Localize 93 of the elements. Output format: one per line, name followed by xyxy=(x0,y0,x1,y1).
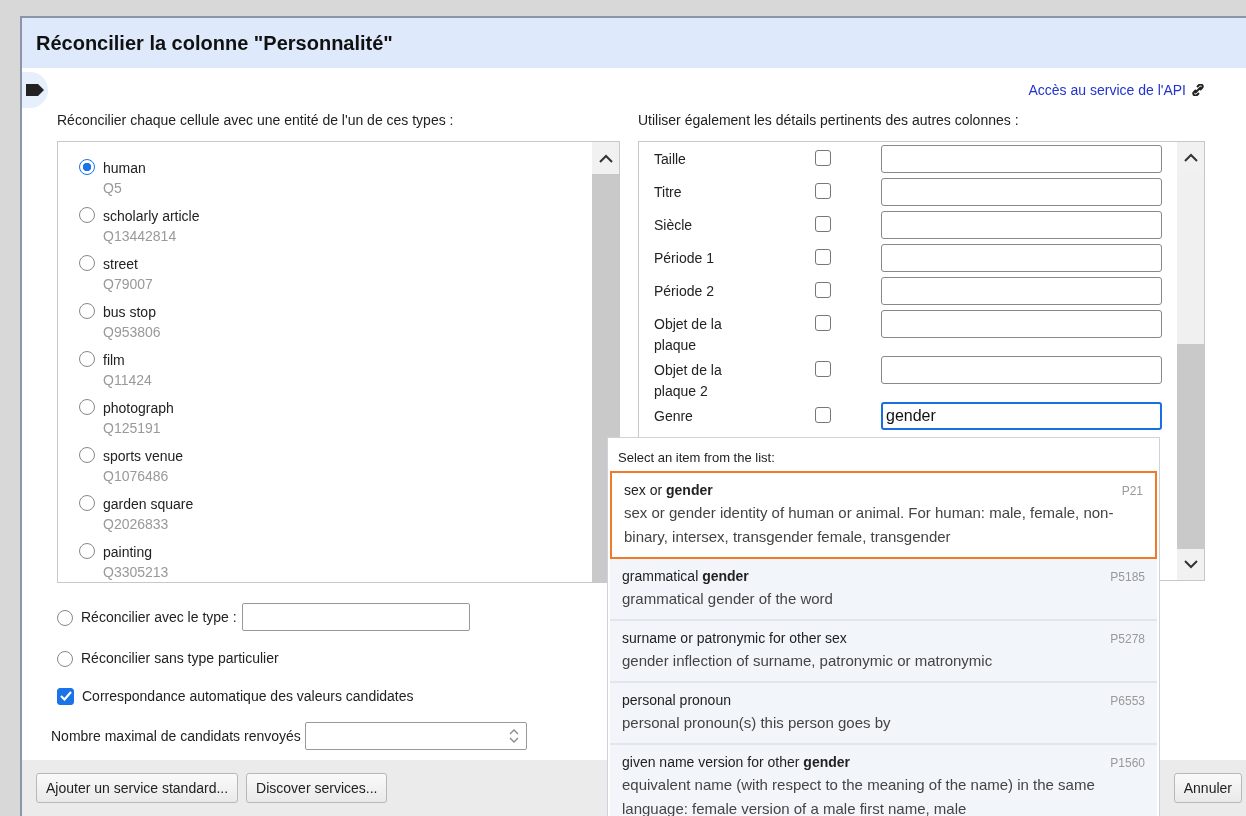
footer-button[interactable]: Discover services... xyxy=(246,773,388,803)
type-id: Q953806 xyxy=(103,323,161,342)
column-name: Siècle xyxy=(654,216,694,235)
radio-button[interactable] xyxy=(79,303,95,319)
property-field[interactable] xyxy=(881,277,1162,305)
radio-button[interactable] xyxy=(79,351,95,367)
column-name: Taille xyxy=(654,150,687,169)
type-id: Q13442814 xyxy=(103,227,178,246)
radio-button[interactable] xyxy=(79,207,95,223)
suggestion-name: surname or patronymic for other sex xyxy=(622,629,847,648)
radio-button[interactable] xyxy=(79,399,95,415)
suggestion-description: gender inflection of surname, patronymic or matronymic xyxy=(622,651,994,671)
column-name: Période 1 xyxy=(654,249,715,268)
suggestion-item[interactable]: personal pronoun P6553 personal pronoun(s) this person goes by xyxy=(610,683,1157,745)
type-field[interactable] xyxy=(241,603,470,631)
column-name: Objet de la plaque xyxy=(654,315,723,355)
type-name[interactable]: bus stop xyxy=(103,302,161,322)
suggestion-id: P21 xyxy=(1121,484,1143,498)
column-name: Période 2 xyxy=(654,282,715,301)
type-id: Q79007 xyxy=(103,275,153,294)
suggestion-id: P5278 xyxy=(1110,632,1145,646)
radio-button[interactable] xyxy=(79,495,95,511)
checkbox[interactable] xyxy=(815,361,831,377)
type-name[interactable]: garden square xyxy=(103,494,194,514)
column-name: Objet de la plaque 2 xyxy=(654,361,723,401)
api-link[interactable]: Accès au service de l'API xyxy=(1028,82,1204,98)
option-label: Réconcilier sans type particulier xyxy=(81,650,279,666)
type-name[interactable]: street xyxy=(103,254,153,274)
section-label: Utiliser également les détails pertinents des autres colonnes : xyxy=(638,112,1020,128)
scroll-up-icon[interactable] xyxy=(598,153,613,163)
checkbox[interactable] xyxy=(815,282,831,298)
suggestion-name: personal pronoun xyxy=(622,691,731,710)
suggestion-item[interactable]: grammatical gender P5185 grammatical gender of the word xyxy=(610,559,1157,621)
suggestion-name: grammatical gender xyxy=(622,567,749,586)
suggestion-item[interactable]: sex or gender P21 sex or gender identity of human or animal. For human: male, female, non-binary, intersex, transgender female, transgender xyxy=(610,471,1157,559)
property-field[interactable]: gender xyxy=(881,402,1162,430)
option-label: Réconcilier avec le type : xyxy=(81,609,237,625)
column-name: Genre xyxy=(654,407,694,426)
type-name[interactable]: painting xyxy=(103,542,169,562)
type-name[interactable]: photograph xyxy=(103,398,174,418)
number-field[interactable] xyxy=(304,722,527,750)
property-field[interactable] xyxy=(881,310,1162,338)
section-label: Réconcilier chaque cellule avec une entité de l'un de ces types : xyxy=(57,112,455,128)
radio-button[interactable] xyxy=(79,543,95,559)
checkbox[interactable] xyxy=(815,183,831,199)
column-name: Titre xyxy=(654,183,683,202)
dialog-title: Réconcilier la colonne "Personnalité" xyxy=(36,31,393,55)
suggestion-description: grammatical gender of the word xyxy=(622,589,834,609)
type-id: Q125191 xyxy=(103,419,162,438)
tag-tab[interactable] xyxy=(22,72,48,108)
footer-button[interactable]: Ajouter un service standard... xyxy=(36,773,239,803)
property-field[interactable] xyxy=(881,211,1162,239)
checkmark-icon xyxy=(59,691,72,701)
suggestion-description: sex or gender identity of human or animal. For human: male, female, non-binary, intersex, transgender female, transgender xyxy=(624,503,1115,547)
link-icon xyxy=(1192,84,1204,96)
type-name[interactable]: film xyxy=(103,350,152,370)
tag-icon xyxy=(25,83,45,97)
type-name[interactable]: scholarly article xyxy=(103,206,200,226)
suggestion-id: P1560 xyxy=(1110,756,1145,770)
checkbox[interactable] xyxy=(815,216,831,232)
property-field[interactable] xyxy=(881,244,1162,272)
radio-button[interactable] xyxy=(79,255,95,271)
type-id: Q2026833 xyxy=(103,515,170,534)
property-field[interactable] xyxy=(881,178,1162,206)
property-field[interactable] xyxy=(881,356,1162,384)
checkbox[interactable] xyxy=(815,407,831,423)
scroll-up-icon[interactable] xyxy=(1183,153,1198,163)
scroll-down-icon[interactable] xyxy=(1183,559,1198,569)
suggestion-name: sex or gender xyxy=(624,481,713,500)
radio-button[interactable] xyxy=(57,650,73,667)
popup-header: Select an item from the list: xyxy=(617,449,776,467)
checkbox[interactable] xyxy=(815,150,831,166)
cancel-button[interactable]: Annuler xyxy=(1173,773,1242,803)
option-label: Nombre maximal de candidats renvoyés xyxy=(51,728,301,744)
radio-button[interactable] xyxy=(79,447,95,463)
suggestion-name: given name version for other gender xyxy=(622,753,850,772)
checkbox[interactable] xyxy=(815,249,831,265)
property-field[interactable] xyxy=(881,145,1162,173)
type-name[interactable]: sports venue xyxy=(103,446,184,466)
suggestion-description: personal pronoun(s) this person goes by xyxy=(622,713,892,733)
type-id: Q5 xyxy=(103,179,123,198)
suggestion-item[interactable]: surname or patronymic for other sex P5278 gender inflection of surname, patronymic or matronymic xyxy=(610,621,1157,683)
suggestion-id: P6553 xyxy=(1110,694,1145,708)
type-id: Q11424 xyxy=(103,371,152,390)
option-label: Correspondance automatique des valeurs candidates xyxy=(82,688,414,704)
radio-button[interactable] xyxy=(57,609,73,626)
checkbox[interactable] xyxy=(815,315,831,331)
checkbox[interactable] xyxy=(57,687,74,705)
radio-button[interactable] xyxy=(79,159,95,175)
type-id: Q1076486 xyxy=(103,467,170,486)
suggestion-id: P5185 xyxy=(1110,570,1145,584)
type-id: Q3305213 xyxy=(103,563,169,582)
type-name[interactable]: human xyxy=(103,158,146,178)
